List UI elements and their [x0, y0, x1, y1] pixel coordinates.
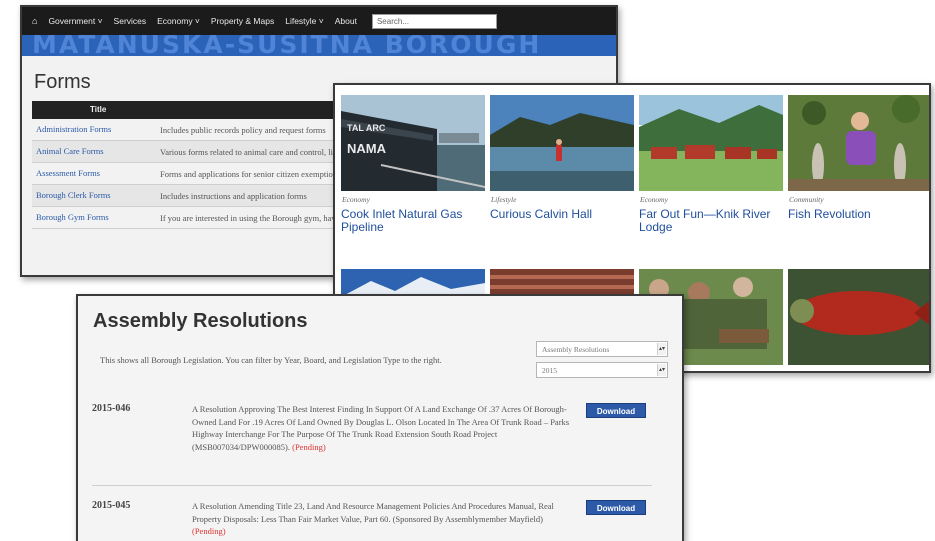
- pipeline-ship-photo[interactable]: TAL ARC NAMA: [341, 95, 485, 191]
- page-title: Assembly Resolutions: [93, 310, 308, 332]
- knik-river-lodge-photo[interactable]: [639, 95, 783, 191]
- nav-item-economy[interactable]: Economy ˅: [157, 16, 200, 26]
- borough-logo-text: MATANUSKA-SUSITNA BOROUGH: [32, 35, 542, 56]
- borough-banner: MATANUSKA-SUSITNA BOROUGH: [22, 35, 616, 56]
- story-title[interactable]: Far Out Fun—Knik River Lodge: [639, 208, 783, 234]
- form-link[interactable]: Assessment Forms: [32, 168, 160, 180]
- form-link[interactable]: Borough Gym Forms: [32, 212, 160, 224]
- story-card[interactable]: Economy Far Out Fun—Knik River Lodge: [639, 95, 783, 234]
- collage: ⌂ Government ˅ Services Economy ˅ Proper…: [0, 0, 935, 541]
- story-category: Economy: [640, 195, 668, 204]
- salmon-photo[interactable]: [788, 269, 929, 365]
- year-value: 2015: [542, 366, 557, 375]
- resolution-number: 2015-046: [92, 403, 131, 414]
- status-badge: (Pending): [292, 441, 326, 452]
- resolution-description: A Resolution Approving The Best Interest…: [192, 403, 570, 453]
- story-card[interactable]: [788, 269, 929, 365]
- nav-item-government[interactable]: Government ˅: [48, 16, 102, 26]
- form-link[interactable]: Borough Clerk Forms: [32, 190, 160, 202]
- home-icon[interactable]: ⌂: [32, 16, 37, 26]
- download-button[interactable]: Download: [586, 403, 646, 418]
- story-category: Community: [789, 195, 824, 204]
- story-card[interactable]: TAL ARC NAMA Economy Cook Inlet Natural …: [341, 95, 485, 234]
- nav-item-lifestyle[interactable]: Lifestyle ˅: [285, 16, 324, 26]
- svg-text:NAMA: NAMA: [347, 141, 387, 156]
- story-card[interactable]: Lifestyle Curious Calvin Hall: [490, 95, 634, 221]
- scroll-arrows-icon[interactable]: ▴▾: [657, 364, 666, 376]
- story-category: Economy: [342, 195, 370, 204]
- story-title[interactable]: Cook Inlet Natural Gas Pipeline: [341, 208, 485, 234]
- nav-item-property-maps[interactable]: Property & Maps: [211, 16, 274, 26]
- resolution-text: A Resolution Approving The Best Interest…: [192, 404, 570, 452]
- resolution-number: 2015-045: [92, 500, 131, 511]
- story-title[interactable]: Fish Revolution: [788, 208, 929, 221]
- status-badge: (Pending): [192, 526, 226, 536]
- fish-revolution-photo[interactable]: [788, 95, 929, 191]
- svg-text:TAL ARC: TAL ARC: [347, 123, 386, 133]
- year-select[interactable]: 2015 ▴▾: [536, 362, 668, 378]
- story-category: Lifestyle: [491, 195, 517, 204]
- intro-text: This shows all Borough Legislation. You …: [100, 355, 442, 365]
- resolutions-window: Assembly Resolutions This shows all Boro…: [76, 294, 684, 541]
- story-title[interactable]: Curious Calvin Hall: [490, 208, 634, 221]
- nav-item-services[interactable]: Services: [114, 16, 147, 26]
- legislation-type-value: Assembly Resolutions: [542, 345, 610, 354]
- nav-item-about[interactable]: About: [335, 16, 357, 26]
- search-input[interactable]: Search...: [371, 13, 497, 29]
- divider: [92, 485, 652, 486]
- calvin-hall-photo[interactable]: [490, 95, 634, 191]
- resolution-description: A Resolution Amending Title 23, Land And…: [192, 500, 570, 538]
- form-link[interactable]: Animal Care Forms: [32, 146, 160, 158]
- download-button[interactable]: Download: [586, 500, 646, 515]
- resolution-text: A Resolution Amending Title 23, Land And…: [192, 501, 554, 524]
- top-navigation: ⌂ Government ˅ Services Economy ˅ Proper…: [22, 7, 616, 35]
- legislation-type-select[interactable]: Assembly Resolutions ▴▾: [536, 341, 668, 357]
- story-card[interactable]: Community Fish Revolution: [788, 95, 929, 221]
- form-link[interactable]: Administration Forms: [32, 124, 160, 136]
- scroll-arrows-icon[interactable]: ▴▾: [657, 343, 666, 355]
